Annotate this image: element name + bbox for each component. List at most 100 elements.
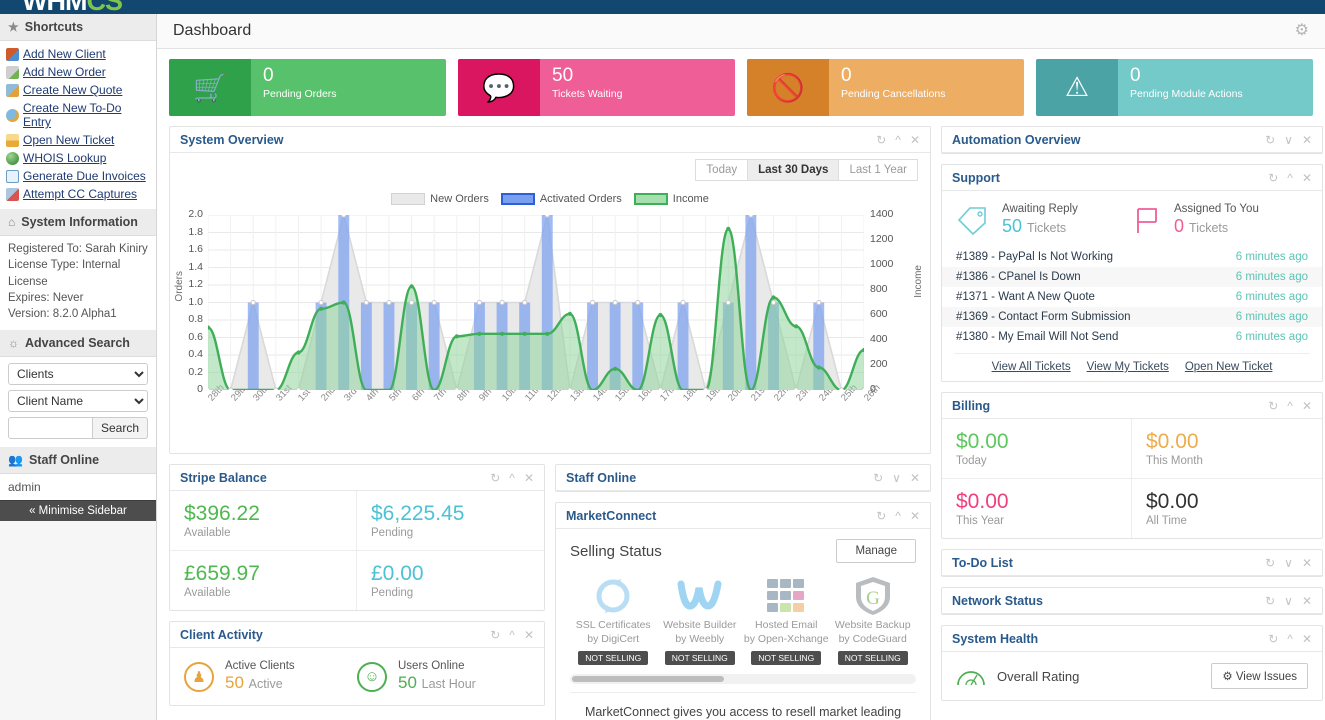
ticket-subject[interactable]: #1369 - Contact Form Submission <box>956 311 1131 323</box>
shortcut-create-new-todo-entry[interactable]: Create New To-Do Entry <box>0 99 156 131</box>
shortcut-create-new-quote[interactable]: Create New Quote <box>0 81 156 99</box>
view-all-tickets-link[interactable]: View All Tickets <box>992 361 1071 373</box>
product-hosted-email[interactable]: Hosted Email by Open-Xchange NOT SELLING <box>743 573 830 666</box>
panel-stripe-balance: Stripe Balance ↻ ^ ✕ $396.22 Available $… <box>169 464 545 612</box>
shortcut-whois-lookup[interactable]: WHOIS Lookup <box>0 149 156 167</box>
shortcut-add-new-client[interactable]: Add New Client <box>0 45 156 63</box>
range-last-1-year-button[interactable]: Last 1 Year <box>839 159 918 181</box>
product-website-backup[interactable]: G Website Backup by CodeGuard NOT SELLIN… <box>830 573 917 666</box>
shortcut-add-new-order[interactable]: Add New Order <box>0 63 156 81</box>
close-icon[interactable]: ✕ <box>1302 134 1312 146</box>
product-vendor: by DigiCert <box>587 632 640 645</box>
refresh-icon[interactable]: ↻ <box>1268 172 1278 184</box>
cell-label: All Time <box>1146 515 1187 528</box>
legend-item-activated-orders[interactable]: Activated Orders <box>500 193 622 205</box>
activity-number: 50 <box>398 673 417 693</box>
chevron-down-icon[interactable]: ∨ <box>892 472 901 484</box>
close-icon[interactable]: ✕ <box>1302 633 1312 645</box>
refresh-icon[interactable]: ↻ <box>1268 633 1278 645</box>
refresh-icon[interactable]: ↻ <box>876 134 886 146</box>
stat-card-pending-cancellations[interactable]: 🚫 0 Pending Cancellations <box>747 59 1024 116</box>
close-icon[interactable]: ✕ <box>1302 595 1312 607</box>
chevron-up-icon[interactable]: ^ <box>1287 400 1293 412</box>
search-field-select[interactable]: Client Name <box>8 389 148 412</box>
manage-button[interactable]: Manage <box>836 539 916 563</box>
close-icon[interactable]: ✕ <box>1302 172 1312 184</box>
shortcut-label[interactable]: Generate Due Invoices <box>23 169 146 183</box>
shortcut-label[interactable]: Add New Client <box>23 47 106 61</box>
scrollbar-thumb[interactable] <box>572 676 725 683</box>
ticket-subject[interactable]: #1389 - PayPal Is Not Working <box>956 251 1113 263</box>
product-ssl-certificates[interactable]: SSL Certificates by DigiCert NOT SELLING <box>570 573 657 666</box>
search-type-select[interactable]: Clients <box>8 362 148 385</box>
search-input[interactable] <box>8 416 93 439</box>
chevron-down-icon[interactable]: ∨ <box>1284 134 1293 146</box>
shortcut-label[interactable]: Create New To-Do Entry <box>23 101 150 129</box>
chevron-up-icon[interactable]: ^ <box>1287 633 1293 645</box>
activity-number: 50 <box>225 673 244 693</box>
chevron-up-icon[interactable]: ^ <box>1287 172 1293 184</box>
legend-label: Activated Orders <box>539 193 622 205</box>
close-icon[interactable]: ✕ <box>524 472 534 484</box>
close-icon[interactable]: ✕ <box>910 472 920 484</box>
gear-icon[interactable]: ⚙ <box>1295 23 1309 39</box>
close-icon[interactable]: ✕ <box>910 510 920 522</box>
ticket-subject[interactable]: #1380 - My Email Will Not Send <box>956 331 1118 343</box>
view-issues-button[interactable]: ⚙ View Issues <box>1211 663 1308 690</box>
refresh-icon[interactable]: ↻ <box>1265 595 1275 607</box>
y2-tick-label: 400 <box>870 333 888 345</box>
y2-tick-label: 1200 <box>870 233 894 245</box>
refresh-icon[interactable]: ↻ <box>873 472 883 484</box>
stat-card-tickets-waiting[interactable]: 💬 50 Tickets Waiting <box>458 59 735 116</box>
ticket-subject[interactable]: #1386 - CPanel Is Down <box>956 271 1081 283</box>
stat-card-pending-orders[interactable]: 🛒 0 Pending Orders <box>169 59 446 116</box>
table-row[interactable]: #1380 - My Email Will Not Send 6 minutes… <box>942 327 1322 347</box>
minimise-sidebar-button[interactable]: « Minimise Sidebar <box>0 499 156 521</box>
shortcuts-title: Shortcuts <box>24 20 84 34</box>
close-icon[interactable]: ✕ <box>1302 557 1312 569</box>
close-icon[interactable]: ✕ <box>524 629 534 641</box>
chevron-up-icon[interactable]: ^ <box>895 510 901 522</box>
refresh-icon[interactable]: ↻ <box>1268 400 1278 412</box>
panel-automation-overview: Automation Overview ↻ ∨ ✕ <box>941 126 1323 154</box>
registered-to: Registered To: Sarah Kiniry <box>8 243 148 255</box>
shortcut-label[interactable]: Create New Quote <box>23 83 122 97</box>
page-header: Dashboard ⚙ <box>157 14 1325 49</box>
table-row[interactable]: #1386 - CPanel Is Down 6 minutes ago <box>942 267 1322 287</box>
shortcut-generate-due-invoices[interactable]: Generate Due Invoices <box>0 167 156 185</box>
table-row[interactable]: #1369 - Contact Form Submission 6 minute… <box>942 307 1322 327</box>
chevron-down-icon[interactable]: ∨ <box>1284 595 1293 607</box>
table-row[interactable]: #1371 - Want A New Quote 6 minutes ago <box>942 287 1322 307</box>
search-button[interactable]: Search <box>92 416 148 439</box>
shortcut-label[interactable]: Attempt CC Captures <box>23 187 137 201</box>
marketconnect-scrollbar[interactable] <box>570 674 916 685</box>
close-icon[interactable]: ✕ <box>1302 400 1312 412</box>
refresh-icon[interactable]: ↻ <box>490 472 500 484</box>
shortcut-label[interactable]: WHOIS Lookup <box>23 151 106 165</box>
legend-item-new-orders[interactable]: New Orders <box>391 193 489 205</box>
shortcut-open-new-ticket[interactable]: Open New Ticket <box>0 131 156 149</box>
activity-users-online: ☺ Users Online 50 Last Hour <box>357 660 530 693</box>
stat-card-pending-module-actions[interactable]: ⚠ 0 Pending Module Actions <box>1036 59 1313 116</box>
product-website-builder[interactable]: Website Builder by Weebly NOT SELLING <box>657 573 744 666</box>
refresh-icon[interactable]: ↻ <box>490 629 500 641</box>
chevron-up-icon[interactable]: ^ <box>509 472 515 484</box>
refresh-icon[interactable]: ↻ <box>1265 557 1275 569</box>
view-my-tickets-link[interactable]: View My Tickets <box>1087 361 1169 373</box>
chevron-down-icon[interactable]: ∨ <box>1284 557 1293 569</box>
ticket-subject[interactable]: #1371 - Want A New Quote <box>956 291 1095 303</box>
chevron-up-icon[interactable]: ^ <box>509 629 515 641</box>
shortcut-label[interactable]: Open New Ticket <box>23 133 114 147</box>
open-new-ticket-link[interactable]: Open New Ticket <box>1185 361 1273 373</box>
refresh-icon[interactable]: ↻ <box>876 510 886 522</box>
chevron-up-icon[interactable]: ^ <box>895 134 901 146</box>
table-row[interactable]: #1389 - PayPal Is Not Working 6 minutes … <box>942 247 1322 267</box>
range-last-30-days-button[interactable]: Last 30 Days <box>748 159 840 181</box>
panel-actions: ↻ ^ ✕ <box>876 134 920 146</box>
refresh-icon[interactable]: ↻ <box>1265 134 1275 146</box>
legend-item-income[interactable]: Income <box>633 193 709 205</box>
range-today-button[interactable]: Today <box>695 159 749 181</box>
shortcut-attempt-cc-captures[interactable]: Attempt CC Captures <box>0 185 156 203</box>
shortcut-label[interactable]: Add New Order <box>23 65 106 79</box>
close-icon[interactable]: ✕ <box>910 134 920 146</box>
